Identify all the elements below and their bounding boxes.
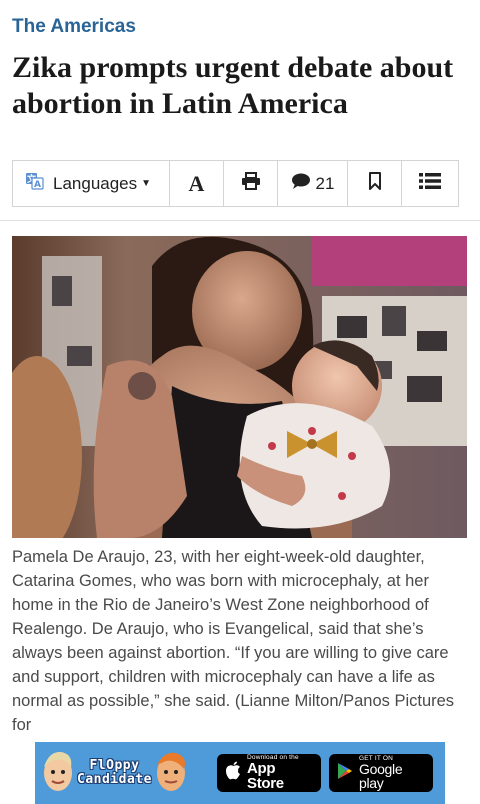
- advertisement-banner[interactable]: FlOppy Candidate Download on the App Sto…: [35, 742, 445, 804]
- print-button[interactable]: [224, 161, 278, 206]
- bookmark-icon: [368, 172, 382, 195]
- svg-text:A: A: [34, 180, 41, 190]
- play-icon: [337, 762, 353, 785]
- cartoon-face-icon: [154, 749, 188, 798]
- languages-button[interactable]: 文 A Languages ▼: [13, 161, 170, 206]
- article-photo[interactable]: [12, 236, 467, 538]
- print-icon: [241, 172, 261, 195]
- section-label[interactable]: The Americas: [12, 16, 136, 38]
- article-toolbar: 文 A Languages ▼ A 21: [12, 160, 459, 207]
- comment-icon: [291, 173, 311, 195]
- languages-label: Languages: [53, 173, 138, 193]
- google-play-button[interactable]: GET IT ON Google play: [329, 754, 433, 792]
- bookmark-button[interactable]: [348, 161, 402, 206]
- translate-icon: 文 A: [25, 172, 45, 195]
- font-size-label: A: [188, 170, 205, 196]
- divider: [0, 220, 480, 221]
- apple-icon: [225, 761, 241, 785]
- photo-caption: Pamela De Araujo, 23, with her eight-wee…: [12, 548, 455, 734]
- ad-game-promo[interactable]: FlOppy Candidate: [41, 746, 209, 800]
- article-headline: Zika prompts urgent debate about abortio…: [12, 51, 454, 120]
- cartoon-face-icon: [41, 749, 75, 798]
- list-icon: [419, 173, 441, 194]
- ad-game-title: FlOppy Candidate: [77, 758, 152, 787]
- comment-count: 21: [315, 173, 335, 193]
- font-size-button[interactable]: A: [170, 161, 224, 206]
- menu-list-button[interactable]: [402, 161, 458, 206]
- google-play-label: Google play: [359, 761, 403, 792]
- chevron-down-icon: ▼: [141, 178, 152, 189]
- comments-button[interactable]: 21: [278, 161, 348, 206]
- app-store-label: App Store: [247, 760, 284, 793]
- app-store-button[interactable]: Download on the App Store: [217, 754, 321, 792]
